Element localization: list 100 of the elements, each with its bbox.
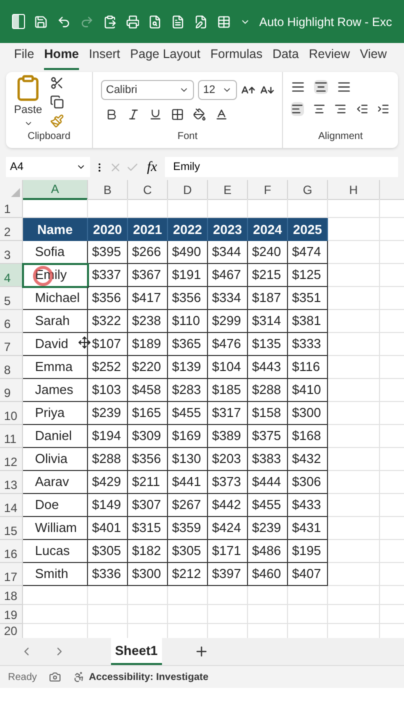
table-cell[interactable]: Doe — [23, 494, 88, 517]
table-cell[interactable]: $381 — [288, 310, 328, 333]
table-cell[interactable]: Sarah — [23, 310, 88, 333]
table-cell[interactable]: $315 — [128, 517, 168, 540]
row-header[interactable]: 3 — [0, 241, 23, 264]
column-heading-cell[interactable]: 2023 — [208, 218, 248, 241]
table-cell[interactable]: $444 — [248, 471, 288, 494]
table-cell[interactable]: $307 — [128, 494, 168, 517]
table-cell[interactable]: $182 — [128, 540, 168, 563]
empty-cell[interactable] — [328, 586, 380, 605]
column-header[interactable]: H — [328, 180, 380, 200]
empty-cell[interactable] — [328, 264, 380, 287]
clipboard-icon[interactable] — [102, 14, 117, 30]
ribbon-tab[interactable]: Page Layout — [130, 45, 200, 70]
table-cell[interactable]: $135 — [248, 333, 288, 356]
table-cell[interactable]: $139 — [168, 356, 208, 379]
table-cell[interactable]: $107 — [88, 333, 128, 356]
table-cell[interactable]: $283 — [168, 379, 208, 402]
enter-icon[interactable] — [126, 160, 139, 174]
table-cell[interactable]: $474 — [288, 241, 328, 264]
table-cell[interactable]: $203 — [208, 448, 248, 471]
copy-icon[interactable] — [50, 95, 64, 109]
align-bottom-icon[interactable] — [337, 80, 351, 94]
italic-icon[interactable] — [127, 108, 140, 121]
table-cell[interactable]: $239 — [88, 402, 128, 425]
table-cell[interactable]: William — [23, 517, 88, 540]
formula-field[interactable]: Emily — [165, 157, 398, 177]
table-cell[interactable]: $455 — [248, 494, 288, 517]
table-cell[interactable]: $336 — [88, 563, 128, 586]
document-icon[interactable] — [171, 14, 186, 30]
table-cell[interactable]: $401 — [88, 517, 128, 540]
row-header[interactable]: 2 — [0, 218, 23, 241]
table-cell[interactable]: $125 — [288, 264, 328, 287]
empty-cell[interactable] — [88, 605, 128, 624]
table-cell[interactable]: $407 — [288, 563, 328, 586]
table-cell[interactable]: $104 — [208, 356, 248, 379]
row-header[interactable]: 6 — [0, 310, 23, 333]
table-cell[interactable]: $306 — [288, 471, 328, 494]
table-cell[interactable]: $356 — [168, 287, 208, 310]
sheet-tab[interactable]: Sheet1 — [111, 638, 162, 665]
table-cell[interactable]: $351 — [288, 287, 328, 310]
table-cell[interactable]: $455 — [168, 402, 208, 425]
empty-cell[interactable] — [328, 333, 380, 356]
table-cell[interactable]: $365 — [168, 333, 208, 356]
ribbon-tab[interactable]: Data — [272, 45, 299, 70]
table-cell[interactable]: $389 — [208, 425, 248, 448]
table-cell[interactable]: $334 — [208, 287, 248, 310]
table-cell[interactable]: Emma — [23, 356, 88, 379]
column-heading-cell[interactable]: 2020 — [88, 218, 128, 241]
row-header[interactable]: 15 — [0, 517, 23, 540]
align-right-icon[interactable] — [334, 102, 347, 116]
table-cell[interactable]: Priya — [23, 402, 88, 425]
table-cell[interactable]: David — [23, 333, 88, 356]
empty-cell[interactable] — [328, 540, 380, 563]
column-heading-cell[interactable]: 2025 — [288, 218, 328, 241]
empty-cell[interactable] — [88, 586, 128, 605]
name-box[interactable]: A4 — [6, 157, 90, 177]
row-header[interactable]: 18 — [0, 586, 23, 605]
ribbon-tab[interactable]: Formulas — [210, 45, 262, 70]
empty-cell[interactable] — [328, 517, 380, 540]
table-cell[interactable]: $367 — [128, 264, 168, 287]
borders-icon[interactable] — [171, 108, 184, 121]
table-cell[interactable]: $359 — [168, 517, 208, 540]
empty-cell[interactable] — [328, 494, 380, 517]
table-cell[interactable]: $305 — [168, 540, 208, 563]
column-header[interactable]: B — [88, 180, 128, 200]
empty-cell[interactable] — [328, 471, 380, 494]
empty-cell[interactable] — [328, 199, 380, 218]
empty-cell[interactable] — [328, 356, 380, 379]
empty-cell[interactable] — [328, 379, 380, 402]
empty-cell[interactable] — [328, 425, 380, 448]
macro-icon[interactable] — [48, 671, 61, 683]
accessibility-status[interactable]: Accessibility: Investigate — [88, 670, 208, 684]
accessibility-icon[interactable] — [72, 671, 85, 683]
table-cell[interactable]: $356 — [128, 448, 168, 471]
table-cell[interactable]: $169 — [168, 425, 208, 448]
table-cell[interactable]: $194 — [88, 425, 128, 448]
table-cell[interactable]: $383 — [248, 448, 288, 471]
row-header[interactable]: 20 — [0, 624, 23, 638]
table-cell[interactable]: $337 — [88, 264, 128, 287]
table-cell[interactable]: $103 — [88, 379, 128, 402]
table-cell[interactable]: $433 — [288, 494, 328, 517]
increase-indent-icon[interactable] — [377, 102, 390, 116]
table-cell[interactable]: $458 — [128, 379, 168, 402]
table-cell[interactable]: $299 — [208, 310, 248, 333]
table-cell[interactable]: Aarav — [23, 471, 88, 494]
row-header[interactable]: 9 — [0, 379, 23, 402]
save-icon[interactable] — [34, 14, 48, 30]
table-cell[interactable]: $317 — [208, 402, 248, 425]
table-cell[interactable]: $288 — [248, 379, 288, 402]
row-header[interactable]: 16 — [0, 540, 23, 563]
empty-cell[interactable] — [248, 586, 288, 605]
table-cell[interactable]: $266 — [128, 241, 168, 264]
table-cell[interactable]: Sofia — [23, 241, 88, 264]
table-cell[interactable]: $356 — [88, 287, 128, 310]
table-cell[interactable]: $443 — [248, 356, 288, 379]
table-cell[interactable]: $344 — [208, 241, 248, 264]
table-cell[interactable]: $410 — [288, 379, 328, 402]
table-cell[interactable]: $395 — [88, 241, 128, 264]
table-cell[interactable]: James — [23, 379, 88, 402]
